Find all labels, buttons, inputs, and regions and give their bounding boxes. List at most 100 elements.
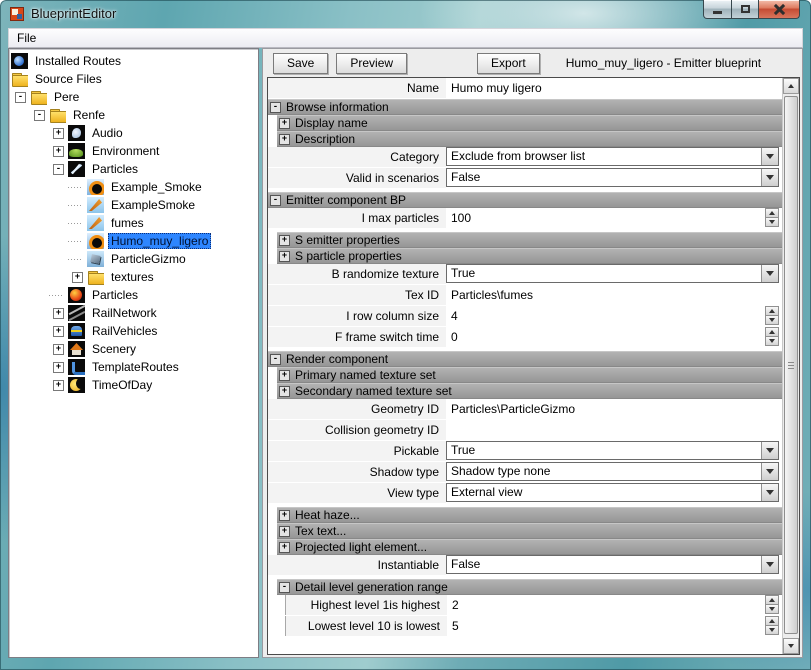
expander-box-icon[interactable]: +	[53, 344, 64, 355]
tree-item-source-files[interactable]: Source Files	[11, 70, 258, 88]
tree-item-railvehicles[interactable]: +RailVehicles	[11, 322, 258, 340]
expander-box-icon[interactable]: +	[53, 380, 64, 391]
spinner-up-button[interactable]	[765, 327, 779, 337]
dropdown-arrow-button[interactable]	[761, 169, 778, 186]
tree-item-environment[interactable]: +Environment	[11, 142, 258, 160]
save-button[interactable]: Save	[273, 53, 328, 74]
section-header-browse-information[interactable]: -Browse information	[268, 99, 782, 115]
section-header-tex-text[interactable]: +Tex text...	[277, 523, 782, 539]
dropdown-pickable[interactable]: True	[446, 441, 779, 460]
expander-box-icon[interactable]: +	[53, 308, 64, 319]
dropdown-shadow-type[interactable]: Shadow type none	[446, 462, 779, 481]
tree-item-audio[interactable]: +Audio	[11, 124, 258, 142]
source-tree[interactable]: Installed RoutesSource Files-Pere-Renfe+…	[8, 48, 259, 658]
tree-item-templateroutes[interactable]: +TemplateRoutes	[11, 358, 258, 376]
scrollbar-up-button[interactable]	[783, 78, 799, 94]
tree-item-renfe[interactable]: -Renfe	[11, 106, 258, 124]
tree-item-particlegizmo[interactable]: ParticleGizmo	[11, 250, 258, 268]
spinner-down-button[interactable]	[765, 605, 779, 614]
spinner[interactable]	[765, 327, 779, 346]
dropdown-b-randomize-texture[interactable]: True	[446, 264, 779, 283]
tree-expander[interactable]: +	[49, 376, 68, 394]
dropdown-arrow-button[interactable]	[761, 556, 778, 573]
preview-button[interactable]: Preview	[336, 53, 407, 74]
section-header-primary-named-texture-set[interactable]: +Primary named texture set	[277, 367, 782, 383]
section-header-projected-light-element[interactable]: +Projected light element...	[277, 539, 782, 555]
tree-item-textures[interactable]: +textures	[11, 268, 258, 286]
tree-expander[interactable]: +	[49, 340, 68, 358]
tree-item-particles[interactable]: -Particles	[11, 160, 258, 178]
spinner-up-button[interactable]	[765, 306, 779, 316]
tree-item-examplesmoke[interactable]: ExampleSmoke	[11, 196, 258, 214]
tree-expander[interactable]: -	[49, 160, 68, 178]
section-header-secondary-named-texture-set[interactable]: +Secondary named texture set	[277, 383, 782, 399]
scrollbar-down-button[interactable]	[783, 638, 799, 654]
dropdown-category[interactable]: Exclude from browser list	[446, 147, 779, 166]
dropdown-valid-in-scenarios[interactable]: False	[446, 168, 779, 187]
tree-item-timeofday[interactable]: +TimeOfDay	[11, 376, 258, 394]
expander-box-icon[interactable]: +	[53, 326, 64, 337]
scrollbar-thumb[interactable]	[784, 96, 798, 634]
section-header-emitter-component-bp[interactable]: -Emitter component BP	[268, 192, 782, 208]
dropdown-arrow-button[interactable]	[761, 484, 778, 501]
dropdown-arrow-button[interactable]	[761, 265, 778, 282]
tree-expander[interactable]: +	[49, 142, 68, 160]
tree-expander[interactable]: -	[30, 106, 49, 124]
close-button[interactable]	[759, 0, 800, 19]
spinner[interactable]	[765, 208, 779, 227]
section-expander-icon[interactable]: +	[279, 251, 290, 262]
export-button[interactable]: Export	[477, 53, 540, 74]
section-header-s-emitter-properties[interactable]: +S emitter properties	[277, 232, 782, 248]
tree-item-particles[interactable]: Particles	[11, 286, 258, 304]
section-expander-icon[interactable]: +	[279, 134, 290, 145]
section-expander-icon[interactable]: +	[279, 118, 290, 129]
scrollbar[interactable]	[782, 78, 799, 654]
section-header-heat-haze[interactable]: +Heat haze...	[277, 507, 782, 523]
spinner-down-button[interactable]	[765, 316, 779, 325]
maximize-button[interactable]	[732, 0, 759, 19]
tree-item-example-smoke[interactable]: Example_Smoke	[11, 178, 258, 196]
section-expander-icon[interactable]: +	[279, 510, 290, 521]
section-header-render-component[interactable]: -Render component	[268, 351, 782, 367]
spinner-up-button[interactable]	[765, 208, 779, 218]
section-expander-icon[interactable]: +	[279, 235, 290, 246]
expander-box-icon[interactable]: +	[53, 146, 64, 157]
tree-expander[interactable]: +	[68, 268, 87, 286]
section-expander-icon[interactable]: -	[270, 354, 281, 365]
menu-item-file[interactable]: File	[9, 29, 44, 47]
dropdown-arrow-button[interactable]	[761, 148, 778, 165]
spinner[interactable]	[765, 595, 779, 614]
tree-expander[interactable]: -	[11, 88, 30, 106]
section-header-description[interactable]: +Description	[277, 131, 782, 147]
tree-item-humo-muy-ligero[interactable]: Humo_muy_ligero	[11, 232, 258, 250]
section-expander-icon[interactable]: +	[279, 386, 290, 397]
tree-expander[interactable]: +	[49, 322, 68, 340]
dropdown-arrow-button[interactable]	[761, 442, 778, 459]
tree-item-fumes[interactable]: fumes	[11, 214, 258, 232]
expander-box-icon[interactable]: +	[53, 362, 64, 373]
spinner-down-button[interactable]	[765, 626, 779, 635]
expander-box-icon[interactable]: +	[53, 128, 64, 139]
spinner[interactable]	[765, 306, 779, 325]
tree-expander[interactable]: +	[49, 124, 68, 142]
spinner-down-button[interactable]	[765, 337, 779, 346]
section-expander-icon[interactable]: +	[279, 542, 290, 553]
section-header-s-particle-properties[interactable]: +S particle properties	[277, 248, 782, 264]
spinner-up-button[interactable]	[765, 616, 779, 626]
expander-box-icon[interactable]: -	[15, 92, 26, 103]
tree-item-scenery[interactable]: +Scenery	[11, 340, 258, 358]
section-expander-icon[interactable]: +	[279, 526, 290, 537]
section-expander-icon[interactable]: -	[270, 195, 281, 206]
section-expander-icon[interactable]: +	[279, 370, 290, 381]
tree-expander[interactable]: +	[49, 358, 68, 376]
spinner-down-button[interactable]	[765, 218, 779, 227]
minimize-button[interactable]	[703, 0, 732, 19]
expander-box-icon[interactable]: -	[34, 110, 45, 121]
dropdown-view-type[interactable]: External view	[446, 483, 779, 502]
tree-item-pere[interactable]: -Pere	[11, 88, 258, 106]
title-bar[interactable]: BlueprintEditor	[0, 0, 811, 28]
expander-box-icon[interactable]: -	[53, 164, 64, 175]
section-header-display-name[interactable]: +Display name	[277, 115, 782, 131]
tree-item-installed-routes[interactable]: Installed Routes	[11, 52, 258, 70]
section-expander-icon[interactable]: -	[270, 102, 281, 113]
